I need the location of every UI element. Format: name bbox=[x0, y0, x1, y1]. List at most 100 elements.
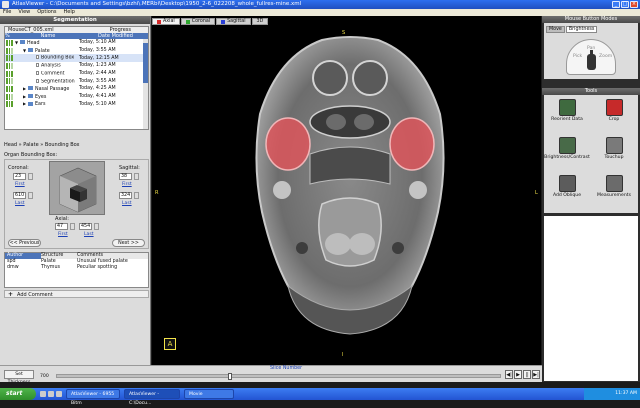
menu-options[interactable]: Options bbox=[37, 9, 56, 16]
tree-item[interactable]: ▶ Nasal Passage Today, 4:25 AM bbox=[5, 85, 148, 93]
tree-item[interactable]: Bounding Box Today, 12:15 AM bbox=[5, 54, 148, 63]
task-atlasviewer-docu[interactable]: AtlasViewer - C:\Docu... bbox=[124, 389, 180, 406]
quicklaunch-icon[interactable] bbox=[48, 391, 54, 397]
sagittal-first-spinner[interactable] bbox=[134, 173, 139, 180]
tree-item[interactable]: ▶ Ears Today, 5:10 AM bbox=[5, 101, 148, 109]
close-button[interactable]: × bbox=[630, 1, 638, 8]
coronal-first-link[interactable]: First bbox=[15, 182, 25, 187]
step-back-button[interactable]: ◀| bbox=[505, 370, 513, 379]
tab-coronal[interactable]: Coronal bbox=[180, 18, 216, 25]
task-atlasviewer-bitm[interactable]: AtlasViewer - 6955 Bitm bbox=[66, 389, 120, 406]
tree-item[interactable]: ▶ Eyes Today, 4:41 AM bbox=[5, 93, 148, 101]
col-date[interactable]: Date Modified bbox=[83, 33, 148, 39]
sagittal-last-link[interactable]: Last bbox=[122, 201, 132, 206]
task-movie[interactable]: Movie bbox=[184, 389, 234, 399]
axial-color-swatch bbox=[157, 19, 161, 24]
step-forward-button[interactable]: ▶| bbox=[532, 370, 540, 379]
axial-first-link[interactable]: First bbox=[58, 232, 68, 237]
menu-view[interactable]: View bbox=[18, 9, 30, 16]
slice-slider-handle[interactable] bbox=[228, 373, 232, 380]
view-label-icon[interactable]: A bbox=[164, 338, 176, 350]
tree-scroll-thumb[interactable] bbox=[143, 43, 148, 83]
tree-item-label: Palate bbox=[35, 48, 50, 54]
measurements-button[interactable]: Measurements bbox=[591, 173, 637, 202]
bounding-box-cube[interactable] bbox=[49, 161, 105, 215]
folder-icon bbox=[28, 48, 33, 53]
tree-item-date: Today, 12:15 AM bbox=[79, 55, 119, 61]
document-icon bbox=[36, 78, 39, 83]
window-title-bar: AtlasViewer - C:\Documents and Settings\… bbox=[0, 0, 640, 9]
sagittal-last-input[interactable]: 324 bbox=[119, 192, 132, 199]
reorient-icon bbox=[558, 99, 576, 116]
cell-author: dmw bbox=[7, 264, 19, 270]
maximize-button[interactable]: □ bbox=[621, 1, 629, 8]
tab-label: Sagittal bbox=[227, 19, 246, 24]
tree-item-label: Segmentation bbox=[41, 79, 75, 85]
menu-file[interactable]: File bbox=[3, 9, 11, 16]
tree-column-headers: % Name Date Modified bbox=[5, 33, 148, 39]
set-thickness-button[interactable]: Set Thickness bbox=[4, 370, 34, 385]
progress-indicator bbox=[5, 47, 14, 54]
quicklaunch-icon[interactable] bbox=[40, 391, 46, 397]
add-comment-button[interactable]: + Add Comment bbox=[4, 290, 149, 298]
play-button[interactable]: ▶ bbox=[514, 370, 522, 379]
quicklaunch-icon[interactable] bbox=[56, 391, 62, 397]
tab-move[interactable]: Move bbox=[546, 26, 565, 33]
axial-last-spinner[interactable] bbox=[94, 223, 99, 230]
tree-item[interactable]: Comment Today, 2:44 AM bbox=[5, 70, 148, 78]
tree-item[interactable]: Segmentation Today, 3:55 AM bbox=[5, 77, 148, 85]
touchup-button[interactable]: Touchup bbox=[591, 135, 637, 164]
add-oblique-button[interactable]: Add Oblique bbox=[544, 173, 590, 202]
coronal-last-link[interactable]: Last bbox=[15, 201, 25, 206]
tree-item[interactable]: ▼ Head Today, 5:10 AM bbox=[5, 39, 148, 47]
progress-indicator bbox=[5, 62, 14, 69]
window-title: AtlasViewer - C:\Documents and Settings\… bbox=[12, 1, 302, 7]
coronal-first-spinner[interactable] bbox=[28, 173, 33, 180]
axial-last-link[interactable]: Last bbox=[84, 232, 94, 237]
previous-button[interactable]: << Previous bbox=[8, 239, 41, 247]
crop-button[interactable]: Crop bbox=[591, 97, 637, 126]
document-icon bbox=[36, 55, 39, 60]
col-name[interactable]: Name bbox=[13, 33, 83, 39]
sagittal-last-spinner[interactable] bbox=[134, 192, 139, 199]
tab-3d[interactable]: 3D bbox=[251, 18, 269, 25]
ct-axial-slice[interactable] bbox=[252, 34, 448, 340]
tab-label: Axial bbox=[163, 19, 175, 24]
axial-first-input[interactable]: 47 bbox=[55, 223, 68, 230]
coronal-first-input[interactable]: 23 bbox=[13, 173, 26, 180]
mouse-diagram[interactable]: Pick Pan Zoom bbox=[566, 39, 616, 75]
next-button[interactable]: Next >> bbox=[112, 239, 145, 247]
coronal-last-input[interactable]: 610 bbox=[13, 192, 26, 199]
sagittal-first-input[interactable]: 38 bbox=[119, 173, 132, 180]
tree-item[interactable]: ▼ Palate Today, 3:55 AM bbox=[5, 47, 148, 55]
tools-header: Tools bbox=[542, 88, 640, 95]
axial-first-spinner[interactable] bbox=[70, 223, 75, 230]
crop-icon bbox=[605, 99, 623, 116]
tree-item-label: Comment bbox=[41, 71, 65, 77]
mouse-modes-header: Mouse Button Modes bbox=[542, 16, 640, 23]
brightness-contrast-button[interactable]: Brightness/Contrast bbox=[544, 135, 590, 164]
slice-slider[interactable] bbox=[56, 373, 501, 380]
coronal-last-spinner[interactable] bbox=[28, 192, 33, 199]
tree-item-date: Today, 4:41 AM bbox=[79, 94, 116, 100]
table-row[interactable]: dmw Thymus Peculiar spotting bbox=[5, 265, 148, 271]
tree-scrollbar[interactable] bbox=[143, 39, 148, 129]
tree-item-label: Bounding Box bbox=[41, 55, 75, 61]
tab-label: Coronal bbox=[191, 19, 211, 24]
axial-last-input[interactable]: 454 bbox=[79, 223, 92, 230]
sagittal-first-link[interactable]: First bbox=[122, 182, 132, 187]
tab-sagittal[interactable]: Sagittal bbox=[216, 18, 251, 25]
app-icon bbox=[2, 1, 9, 8]
tree-item-label: Nasal Passage bbox=[35, 86, 70, 92]
bounding-box-editor: Coronal: 23 First 610 Last Sagittal: 38 … bbox=[4, 159, 149, 249]
tree-item[interactable]: Analysis Today, 1:23 AM bbox=[5, 62, 148, 70]
minimize-button[interactable]: _ bbox=[612, 1, 620, 8]
menu-help[interactable]: Help bbox=[64, 9, 75, 16]
tab-brightness[interactable]: Brightness bbox=[565, 26, 598, 33]
start-button[interactable]: start bbox=[0, 388, 36, 400]
pause-button[interactable]: || bbox=[523, 370, 531, 379]
tab-axial[interactable]: Axial bbox=[152, 18, 180, 25]
reorient-data-button[interactable]: Reorient Data bbox=[544, 97, 590, 126]
image-viewer[interactable]: Axial Coronal Sagittal 3D S I R L A bbox=[152, 16, 541, 365]
progress-indicator bbox=[5, 93, 14, 100]
